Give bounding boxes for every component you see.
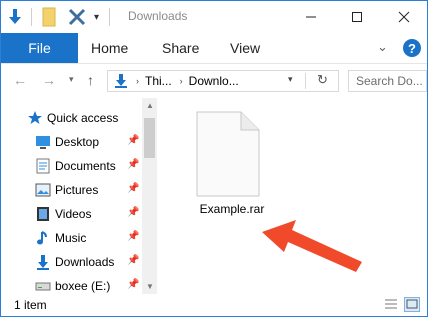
search-input[interactable]: Search Do... xyxy=(348,70,427,92)
quick-access-toolbar: ▾ xyxy=(7,7,111,27)
item-count: 1 item xyxy=(14,298,47,312)
navigation-bar: ← → ▾ ↑ › Thi... › Downlo... ▾ ↻ Search … xyxy=(1,64,427,98)
sidebar-item-videos[interactable]: Videos 📌 xyxy=(1,202,141,226)
sidebar-item-label: Downloads xyxy=(55,255,115,269)
sidebar-item-documents[interactable]: Documents 📌 xyxy=(1,154,141,178)
maximize-icon xyxy=(352,12,362,22)
refresh-icon[interactable]: ↻ xyxy=(317,72,328,88)
scroll-down-icon[interactable]: ▼ xyxy=(146,282,154,291)
minimize-icon xyxy=(306,16,316,18)
blank-file-icon xyxy=(195,110,261,201)
downloads-location-icon xyxy=(114,74,128,88)
star-icon xyxy=(27,110,43,126)
breadcrumb-downloads[interactable]: Downlo... xyxy=(189,74,239,88)
minimize-button[interactable] xyxy=(288,1,334,33)
breadcrumb-this-pc[interactable]: Thi... xyxy=(145,74,172,88)
sidebar-item-label: Documents xyxy=(55,159,116,173)
sidebar-item-music[interactable]: Music 📌 xyxy=(1,226,141,250)
expand-ribbon-icon[interactable]: ⌄ xyxy=(377,39,388,55)
pin-icon[interactable]: 📌 xyxy=(127,231,139,242)
pin-icon[interactable]: 📌 xyxy=(127,135,139,146)
desktop-icon xyxy=(35,134,51,150)
help-icon[interactable]: ? xyxy=(403,39,421,57)
status-bar: 1 item xyxy=(1,294,427,316)
tab-file[interactable]: File xyxy=(1,33,78,63)
close-icon xyxy=(398,11,410,23)
drive-icon xyxy=(35,278,51,294)
breadcrumb-separator-icon: › xyxy=(179,76,183,86)
sidebar-item-desktop[interactable]: Desktop 📌 xyxy=(1,130,141,154)
sidebar-item-label: Pictures xyxy=(55,183,99,197)
sidebar-item-label: Music xyxy=(55,231,87,245)
details-view-icon[interactable] xyxy=(383,297,399,312)
sidebar-item-quick-access[interactable]: Quick access xyxy=(1,106,141,130)
annotation-arrow-icon xyxy=(258,216,370,279)
sidebar-item-pictures[interactable]: Pictures 📌 xyxy=(1,178,141,202)
tab-home[interactable]: Home xyxy=(91,33,128,63)
window-title: Downloads xyxy=(128,9,188,23)
scroll-up-icon[interactable]: ▲ xyxy=(146,101,154,110)
sidebar-item-label: Quick access xyxy=(47,111,119,125)
address-bar[interactable]: › Thi... › Downlo... ▾ ↻ xyxy=(107,70,339,92)
sidebar-item-label: Videos xyxy=(55,207,92,221)
music-icon xyxy=(35,230,51,246)
folder-icon[interactable] xyxy=(40,7,60,27)
recent-locations-icon[interactable]: ▾ xyxy=(69,74,74,85)
documents-icon xyxy=(35,158,51,174)
pin-icon[interactable]: 📌 xyxy=(127,207,139,218)
sidebar-item-label: Desktop xyxy=(55,135,100,149)
sidebar-item-downloads[interactable]: Downloads 📌 xyxy=(1,250,141,274)
pin-icon[interactable]: 📌 xyxy=(127,159,139,170)
scrollbar-thumb[interactable] xyxy=(144,118,155,158)
address-divider xyxy=(305,73,306,89)
forward-icon[interactable]: → xyxy=(42,72,56,88)
separator xyxy=(109,8,111,26)
downloads-icon xyxy=(35,254,51,270)
pin-icon[interactable]: 📌 xyxy=(127,255,139,266)
explorer-window: ▾ Downloads File Home Share View ⌄ ? ← →… xyxy=(0,0,428,317)
videos-icon xyxy=(35,206,51,222)
file-list: Example.rar xyxy=(158,98,427,294)
address-dropdown-icon[interactable]: ▾ xyxy=(288,74,293,85)
sidebar-item-label: boxee (E:) xyxy=(55,279,111,293)
navigation-pane: Quick access Desktop 📌 Documents 📌 Pictu… xyxy=(1,98,157,294)
pin-icon[interactable]: 📌 xyxy=(127,279,139,290)
up-icon[interactable]: ↑ xyxy=(87,72,94,88)
back-icon[interactable]: ← xyxy=(13,72,27,88)
tab-view[interactable]: View xyxy=(230,33,260,63)
separator xyxy=(31,8,32,26)
large-icons-view-icon[interactable] xyxy=(404,297,420,312)
close-button[interactable] xyxy=(381,1,427,33)
tab-share[interactable]: Share xyxy=(162,33,199,63)
pin-icon[interactable]: 📌 xyxy=(127,183,139,194)
customize-toolbar-icon[interactable]: ▾ xyxy=(94,12,99,23)
down-arrow-icon[interactable] xyxy=(7,8,23,26)
ribbon-tabs: File Home Share View ⌄ ? xyxy=(1,33,427,64)
pictures-icon xyxy=(35,182,51,198)
title-bar: ▾ Downloads xyxy=(1,1,427,33)
maximize-button[interactable] xyxy=(334,1,380,33)
breadcrumb-separator-icon: › xyxy=(136,76,139,86)
delete-icon[interactable] xyxy=(68,8,86,26)
file-name: Example.rar xyxy=(199,202,265,216)
